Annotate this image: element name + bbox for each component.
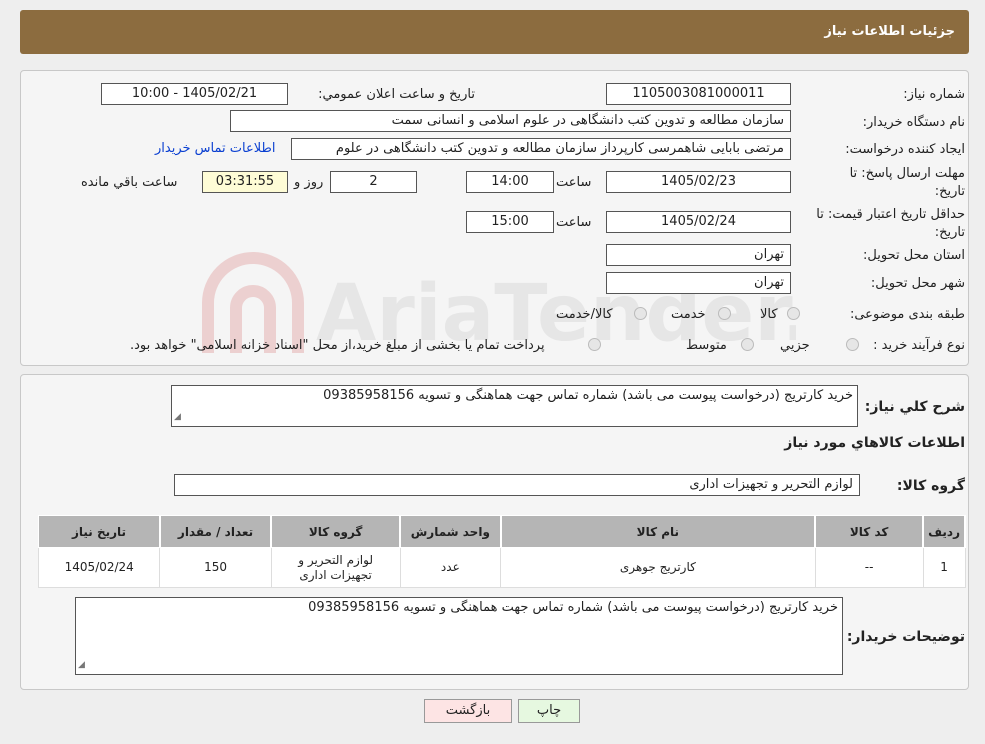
purchase-radio-treasury[interactable]	[588, 338, 601, 351]
validity-label: حداقل تاريخ اعتبار قيمت: تا تاريخ:	[816, 206, 965, 242]
deadline-days-label: روز و	[294, 175, 324, 190]
category-radio-goods-service[interactable]	[634, 307, 647, 320]
buyer-org-label: نام دستگاه خريدار:	[862, 115, 965, 130]
need-number-field: 1105003081000011	[606, 83, 791, 105]
deadline-time-label: ساعت	[556, 175, 592, 190]
creator-field: مرتضی بابایی شاهمرسی کارپرداز سازمان مطا…	[291, 138, 791, 160]
category-option-goods-service: کالا/خدمت	[556, 307, 613, 322]
city-field: تهران	[606, 272, 791, 294]
col-unit: واحد شمارش	[399, 515, 502, 548]
purchase-type-label: نوع فرآيند خريد :	[873, 338, 965, 353]
purchase-option-medium: متوسط	[686, 338, 727, 353]
announce-label: تاریخ و ساعت اعلان عمومي:	[318, 87, 475, 102]
purchase-option-minor: جزيي	[780, 338, 810, 353]
table-row: 1 -- کارتریج جوهری عدد لوازم التحرير و ت…	[37, 547, 966, 588]
purchase-radio-minor[interactable]	[846, 338, 859, 351]
remaining-time-label: ساعت باقي مانده	[81, 175, 178, 190]
purchase-treasury-note: پرداخت تمام يا بخشی از مبلغ خريد،از محل …	[130, 338, 545, 353]
cell-group: لوازم التحرير و تجهيزات اداری	[270, 547, 401, 588]
col-code: کد کالا	[814, 515, 925, 548]
validity-date-field: 1405/02/24	[606, 211, 791, 233]
buyer-notes-textarea: خرید کارتریج (درخواست پیوست می باشد) شما…	[75, 597, 843, 675]
deadline-date-field: 1405/02/23	[606, 171, 791, 193]
remaining-time-field: 03:31:55	[202, 171, 288, 193]
goods-group-label: گروه کالا:	[896, 478, 965, 494]
validity-label-line2: تاريخ:	[934, 225, 965, 240]
purchase-radio-medium[interactable]	[741, 338, 754, 351]
deadline-label: مهلت ارسال پاسخ: تا تاريخ:	[850, 165, 965, 201]
cell-qty: 150	[159, 547, 272, 588]
deadline-label-line2: تاريخ:	[934, 184, 965, 199]
col-group: گروه کالا	[270, 515, 402, 548]
announce-field: 1405/02/21 - 10:00	[101, 83, 288, 105]
creator-label: ايجاد کننده درخواست:	[845, 142, 965, 157]
col-row: رديف	[922, 515, 966, 548]
summary-textarea: خرید کارتریج (درخواست پیوست می باشد) شما…	[171, 385, 858, 427]
back-button[interactable]: بازگشت	[424, 699, 512, 723]
category-option-goods: کالا	[760, 307, 778, 322]
items-table: رديف کد کالا نام کالا واحد شمارش گروه کا…	[37, 515, 966, 588]
cell-unit: عدد	[399, 547, 502, 588]
validity-time-label: ساعت	[556, 215, 592, 230]
category-label: طبقه بندی موضوعی:	[849, 307, 965, 322]
summary-text: خرید کارتریج (درخواست پیوست می باشد) شما…	[323, 388, 853, 403]
col-date: تاريخ نياز	[37, 515, 161, 548]
validity-time-field: 15:00	[466, 211, 554, 233]
buyer-notes-label: توضيحات خريدار:	[846, 629, 965, 645]
buyer-notes-text: خرید کارتریج (درخواست پیوست می باشد) شما…	[308, 600, 838, 615]
province-label: استان محل تحويل:	[863, 248, 965, 263]
buyer-contact-link[interactable]: اطلاعات تماس خريدار	[155, 141, 275, 156]
cell-code: --	[814, 547, 924, 588]
items-table-header-row: رديف کد کالا نام کالا واحد شمارش گروه کا…	[37, 515, 966, 548]
validity-label-line1: حداقل تاريخ اعتبار قيمت: تا	[816, 207, 965, 222]
deadline-label-line1: مهلت ارسال پاسخ: تا	[849, 166, 965, 181]
col-name: نام کالا	[500, 515, 817, 548]
page-title: جزئیات اطلاعات نیاز	[824, 24, 955, 39]
resize-grip-icon[interactable]: ◢	[78, 657, 85, 673]
col-qty: تعداد / مقدار	[159, 515, 273, 548]
goods-group-field: لوازم التحرير و تجهيزات اداری	[174, 474, 860, 496]
city-label: شهر محل تحويل:	[870, 276, 965, 291]
need-number-label: شماره نیاز:	[903, 87, 965, 102]
page-header: جزئیات اطلاعات نیاز	[20, 10, 969, 54]
cell-date: 1405/02/24	[37, 547, 161, 588]
province-field: تهران	[606, 244, 791, 266]
category-radio-goods[interactable]	[787, 307, 800, 320]
category-option-service: خدمت	[671, 307, 706, 322]
buyer-org-field: سازمان مطالعه و تدوین کتب دانشگاهی در عل…	[230, 110, 791, 132]
resize-grip-icon[interactable]: ◢	[174, 409, 181, 425]
print-button[interactable]: چاپ	[518, 699, 580, 723]
category-radio-service[interactable]	[718, 307, 731, 320]
cell-row: 1	[922, 547, 966, 588]
summary-label: شرح كلي نياز:	[864, 399, 965, 415]
deadline-time-field: 14:00	[466, 171, 554, 193]
items-title: اطلاعات كالاهاي مورد نياز	[784, 435, 965, 451]
cell-name: کارتریج جوهری	[500, 547, 816, 588]
deadline-days-field: 2	[330, 171, 417, 193]
